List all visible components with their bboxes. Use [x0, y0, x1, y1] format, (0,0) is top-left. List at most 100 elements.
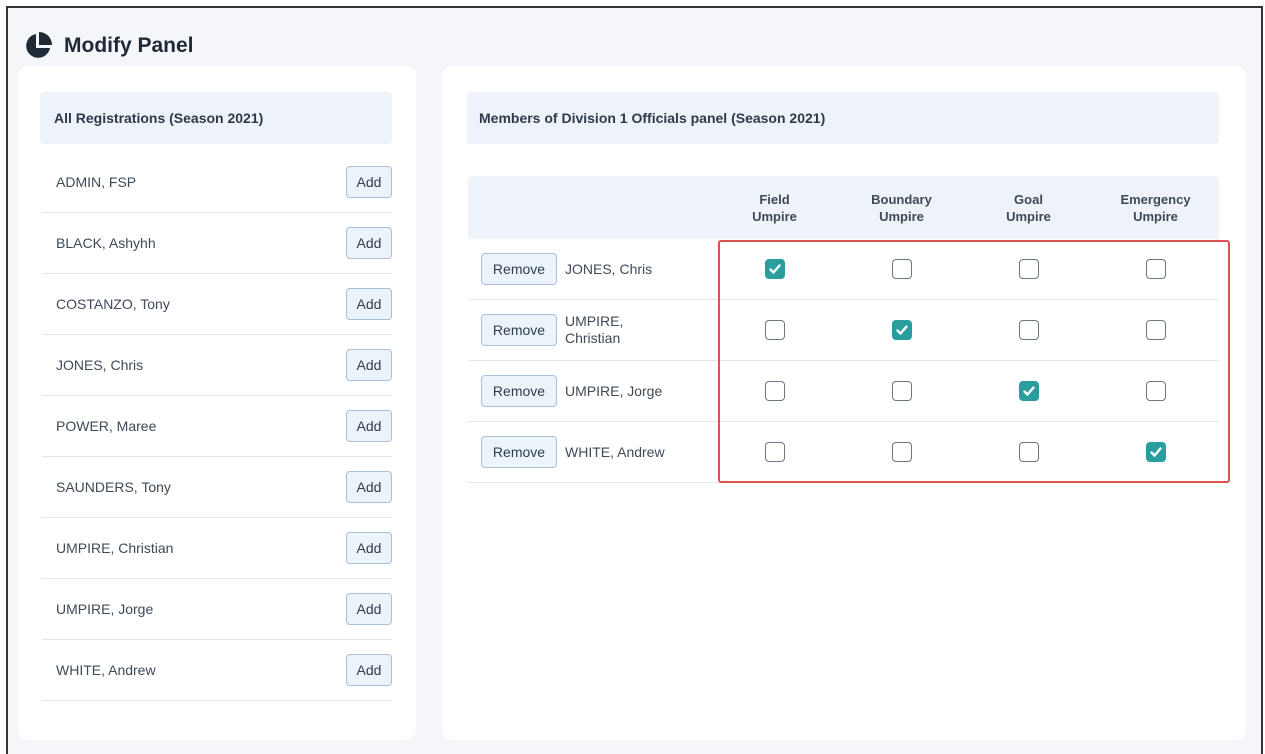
add-button[interactable]: Add: [346, 654, 392, 686]
column-header-line: Field: [759, 191, 790, 207]
member-name: WHITE, Andrew: [563, 444, 711, 461]
checkmark-icon: [1149, 447, 1162, 457]
column-header-line: Umpire: [752, 208, 797, 224]
checkmark-icon: [768, 264, 781, 274]
registration-name: BLACK, Ashyhh: [56, 235, 156, 251]
registration-name: COSTANZO, Tony: [56, 296, 170, 312]
registration-item: ADMIN, FSP Add: [42, 152, 392, 213]
checkbox-cell: [1092, 259, 1219, 279]
checkbox-cell: [711, 381, 838, 401]
member-name: JONES, Chris: [563, 261, 711, 278]
column-header: Goal Umpire: [965, 191, 1092, 225]
remove-button[interactable]: Remove: [481, 314, 557, 346]
member-name: UMPIRE, Jorge: [563, 383, 711, 400]
checkbox-cell: [838, 320, 965, 340]
members-panel: Members of Division 1 Officials panel (S…: [442, 66, 1246, 740]
checkbox-unchecked[interactable]: [1145, 259, 1166, 279]
remove-button[interactable]: Remove: [481, 436, 557, 468]
checkbox-unchecked[interactable]: [1145, 381, 1166, 401]
checkbox-checked[interactable]: [1145, 442, 1166, 462]
checkbox-unchecked[interactable]: [891, 259, 912, 279]
registration-item: POWER, Maree Add: [42, 396, 392, 457]
member-row: Remove JONES, Chris: [468, 239, 1219, 300]
checkbox-unchecked[interactable]: [764, 442, 785, 462]
column-header: Boundary Umpire: [838, 191, 965, 225]
checkbox-unchecked[interactable]: [1145, 320, 1166, 340]
checkbox-cell: [838, 259, 965, 279]
registration-name: ADMIN, FSP: [56, 174, 137, 190]
column-header: Emergency Umpire: [1092, 191, 1219, 225]
checkbox-unchecked[interactable]: [764, 320, 785, 340]
checkbox-unchecked[interactable]: [764, 381, 785, 401]
members-table: Field Umpire Boundary Umpire Goal Umpire Emerg…: [468, 176, 1219, 483]
remove-button[interactable]: Remove: [481, 253, 557, 285]
registration-name: WHITE, Andrew: [56, 662, 156, 678]
add-button[interactable]: Add: [346, 532, 392, 564]
column-header-line: Umpire: [879, 208, 924, 224]
checkbox-unchecked[interactable]: [1018, 442, 1039, 462]
pie-chart-icon: [22, 30, 54, 62]
member-row: Remove UMPIRE, Christian: [468, 300, 1219, 361]
registration-item: WHITE, Andrew Add: [42, 640, 392, 701]
add-button[interactable]: Add: [346, 288, 392, 320]
registration-item: JONES, Chris Add: [42, 335, 392, 396]
checkbox-cell: [711, 320, 838, 340]
checkmark-icon: [895, 325, 908, 335]
column-header-line: Umpire: [1133, 208, 1178, 224]
checkbox-checked[interactable]: [1018, 381, 1039, 401]
checkbox-cell: [711, 259, 838, 279]
checkbox-cell: [711, 442, 838, 462]
remove-cell: Remove: [468, 436, 563, 468]
add-button[interactable]: Add: [346, 166, 392, 198]
remove-cell: Remove: [468, 253, 563, 285]
column-header-line: Boundary: [871, 191, 932, 207]
member-row: Remove UMPIRE, Jorge: [468, 361, 1219, 422]
checkbox-checked[interactable]: [764, 259, 785, 279]
add-button[interactable]: Add: [346, 410, 392, 442]
column-header-line: Goal: [1014, 191, 1043, 207]
checkbox-cell: [965, 442, 1092, 462]
registrations-header: All Registrations (Season 2021): [40, 92, 392, 144]
registrations-list: ADMIN, FSP Add BLACK, Ashyhh Add COSTANZO, T…: [42, 152, 392, 701]
registration-item: SAUNDERS, Tony Add: [42, 457, 392, 518]
add-button[interactable]: Add: [346, 471, 392, 503]
add-button[interactable]: Add: [346, 593, 392, 625]
page-title: Modify Panel: [64, 34, 194, 57]
member-name-line: JONES, Chris: [565, 260, 653, 277]
column-header-line: Umpire: [1006, 208, 1051, 224]
member-name-line: UMPIRE, Jorge: [565, 382, 663, 399]
checkbox-cell: [838, 442, 965, 462]
members-table-head: Field Umpire Boundary Umpire Goal Umpire Emerg…: [468, 176, 1219, 239]
column-header-line: Emergency: [1120, 191, 1191, 207]
registration-name: POWER, Maree: [56, 418, 157, 434]
registration-name: JONES, Chris: [56, 357, 144, 373]
checkbox-cell: [1092, 442, 1219, 462]
registration-item: UMPIRE, Christian Add: [42, 518, 392, 579]
remove-cell: Remove: [468, 314, 563, 346]
column-header: Field Umpire: [711, 191, 838, 225]
member-name-line: UMPIRE,: [565, 313, 624, 329]
checkbox-cell: [965, 259, 1092, 279]
checkbox-unchecked[interactable]: [891, 381, 912, 401]
registration-name: UMPIRE, Jorge: [56, 601, 154, 617]
members-table-body: Remove JONES, Chris Remove UMPIRE, Christian…: [468, 239, 1219, 483]
add-button[interactable]: Add: [346, 227, 392, 259]
member-name: UMPIRE, Christian: [563, 313, 711, 347]
checkbox-cell: [965, 381, 1092, 401]
member-name-line: Christian: [565, 330, 621, 346]
remove-cell: Remove: [468, 375, 563, 407]
page-header: Modify Panel: [22, 26, 194, 66]
registration-item: COSTANZO, Tony Add: [42, 274, 392, 335]
checkbox-cell: [965, 320, 1092, 340]
checkbox-unchecked[interactable]: [1018, 259, 1039, 279]
remove-button[interactable]: Remove: [481, 375, 557, 407]
registrations-panel: All Registrations (Season 2021) ADMIN, F…: [18, 66, 416, 740]
checkbox-checked[interactable]: [891, 320, 912, 340]
members-header: Members of Division 1 Officials panel (S…: [467, 92, 1219, 144]
checkbox-cell: [1092, 320, 1219, 340]
member-name-line: WHITE, Andrew: [565, 443, 665, 460]
checkmark-icon: [1022, 386, 1035, 396]
add-button[interactable]: Add: [346, 349, 392, 381]
checkbox-unchecked[interactable]: [1018, 320, 1039, 340]
checkbox-unchecked[interactable]: [891, 442, 912, 462]
